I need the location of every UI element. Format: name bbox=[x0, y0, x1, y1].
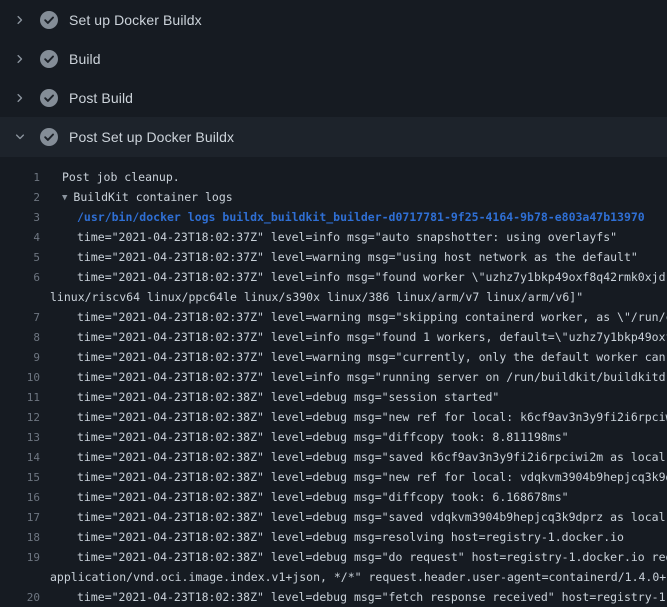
log-text: time="2021-04-23T18:02:37Z" level=info m… bbox=[77, 230, 617, 244]
group-collapse-triangle-icon[interactable]: ▼ bbox=[62, 193, 67, 203]
job-steps-list: Set up Docker Buildx Build Post Build bbox=[0, 0, 667, 157]
line-number[interactable]: 5 bbox=[0, 251, 40, 264]
step-label: Set up Docker Buildx bbox=[69, 12, 202, 28]
log-line: 14 time="2021-04-23T18:02:38Z" level=deb… bbox=[0, 447, 667, 467]
step-label: Post Set up Docker Buildx bbox=[69, 129, 234, 145]
step-row-post-set-up-docker-buildx[interactable]: Post Set up Docker Buildx bbox=[0, 117, 667, 157]
log-text: time="2021-04-23T18:02:38Z" level=debug … bbox=[77, 470, 667, 484]
log-line: 11 time="2021-04-23T18:02:38Z" level=deb… bbox=[0, 387, 667, 407]
log-text: time="2021-04-23T18:02:37Z" level=info m… bbox=[77, 270, 666, 284]
step-row-post-build[interactable]: Post Build bbox=[0, 78, 667, 117]
log-text: time="2021-04-23T18:02:38Z" level=debug … bbox=[77, 430, 569, 444]
log-text: application/vnd.oci.image.index.v1+json,… bbox=[50, 570, 667, 584]
log-line: 17 time="2021-04-23T18:02:38Z" level=deb… bbox=[0, 507, 667, 527]
line-number[interactable]: 10 bbox=[0, 371, 40, 384]
log-text: /usr/bin/docker logs buildx_buildkit_bui… bbox=[77, 210, 645, 224]
success-check-circle-icon bbox=[40, 50, 58, 68]
log-line: 18 time="2021-04-23T18:02:38Z" level=deb… bbox=[0, 527, 667, 547]
step-label: Post Build bbox=[69, 90, 133, 106]
line-number[interactable]: 4 bbox=[0, 231, 40, 244]
log-line: 13 time="2021-04-23T18:02:38Z" level=deb… bbox=[0, 427, 667, 447]
log-text: time="2021-04-23T18:02:38Z" level=debug … bbox=[77, 530, 624, 544]
success-check-circle-icon bbox=[40, 11, 58, 29]
success-check-circle-icon bbox=[40, 89, 58, 107]
log-group-toggle[interactable]: ▼ BuildKit container logs bbox=[62, 190, 233, 204]
line-number[interactable]: 13 bbox=[0, 431, 40, 444]
log-line: linux/riscv64 linux/ppc64le linux/s390x … bbox=[0, 287, 667, 307]
log-line: 10 time="2021-04-23T18:02:37Z" level=inf… bbox=[0, 367, 667, 387]
line-number[interactable]: 17 bbox=[0, 511, 40, 524]
log-text: time="2021-04-23T18:02:38Z" level=debug … bbox=[77, 590, 667, 604]
chevron-right-icon bbox=[12, 90, 28, 106]
log-line: 6 time="2021-04-23T18:02:37Z" level=info… bbox=[0, 267, 667, 287]
step-row-set-up-docker-buildx[interactable]: Set up Docker Buildx bbox=[0, 0, 667, 39]
log-group-label[interactable]: BuildKit container logs bbox=[73, 190, 232, 204]
log-line: 3 /usr/bin/docker logs buildx_buildkit_b… bbox=[0, 207, 667, 227]
line-number[interactable]: 7 bbox=[0, 311, 40, 324]
line-number[interactable]: 19 bbox=[0, 551, 40, 564]
line-number[interactable]: 2 bbox=[0, 191, 40, 204]
line-number[interactable]: 11 bbox=[0, 391, 40, 404]
log-line: 12 time="2021-04-23T18:02:38Z" level=deb… bbox=[0, 407, 667, 427]
log-text: time="2021-04-23T18:02:37Z" level=warnin… bbox=[77, 250, 638, 264]
chevron-down-icon bbox=[12, 129, 28, 145]
line-number[interactable]: 15 bbox=[0, 471, 40, 484]
step-log-viewer: 1 Post job cleanup. 2 ▼ BuildKit containe… bbox=[0, 157, 667, 607]
log-line: 2 ▼ BuildKit container logs bbox=[0, 187, 667, 207]
line-number[interactable]: 6 bbox=[0, 271, 40, 284]
log-line: 15 time="2021-04-23T18:02:38Z" level=deb… bbox=[0, 467, 667, 487]
log-text: time="2021-04-23T18:02:38Z" level=debug … bbox=[77, 410, 667, 424]
log-text: time="2021-04-23T18:02:38Z" level=debug … bbox=[77, 510, 667, 524]
line-number[interactable]: 20 bbox=[0, 591, 40, 604]
chevron-right-icon bbox=[12, 51, 28, 67]
log-text: time="2021-04-23T18:02:37Z" level=warnin… bbox=[77, 310, 667, 324]
log-text: time="2021-04-23T18:02:37Z" level=warnin… bbox=[77, 350, 667, 364]
log-line: 9 time="2021-04-23T18:02:37Z" level=warn… bbox=[0, 347, 667, 367]
line-number[interactable]: 9 bbox=[0, 351, 40, 364]
log-line: 7 time="2021-04-23T18:02:37Z" level=warn… bbox=[0, 307, 667, 327]
log-line: 20 time="2021-04-23T18:02:38Z" level=deb… bbox=[0, 587, 667, 607]
log-line: 1 Post job cleanup. bbox=[0, 167, 667, 187]
step-label: Build bbox=[69, 51, 101, 67]
log-line: 4 time="2021-04-23T18:02:37Z" level=info… bbox=[0, 227, 667, 247]
log-line: 16 time="2021-04-23T18:02:38Z" level=deb… bbox=[0, 487, 667, 507]
step-row-build[interactable]: Build bbox=[0, 39, 667, 78]
log-line: 5 time="2021-04-23T18:02:37Z" level=warn… bbox=[0, 247, 667, 267]
log-text: Post job cleanup. bbox=[62, 170, 180, 184]
log-line: 19 time="2021-04-23T18:02:38Z" level=deb… bbox=[0, 547, 667, 567]
line-number[interactable]: 14 bbox=[0, 451, 40, 464]
success-check-circle-icon bbox=[40, 128, 58, 146]
log-text: time="2021-04-23T18:02:38Z" level=debug … bbox=[77, 450, 667, 464]
log-text: time="2021-04-23T18:02:37Z" level=info m… bbox=[77, 370, 667, 384]
log-text: time="2021-04-23T18:02:38Z" level=debug … bbox=[77, 550, 667, 564]
log-text: linux/riscv64 linux/ppc64le linux/s390x … bbox=[50, 290, 583, 304]
line-number[interactable]: 16 bbox=[0, 491, 40, 504]
line-number[interactable]: 3 bbox=[0, 211, 40, 224]
log-text: time="2021-04-23T18:02:37Z" level=info m… bbox=[77, 330, 667, 344]
line-number[interactable]: 12 bbox=[0, 411, 40, 424]
line-number[interactable]: 1 bbox=[0, 171, 40, 184]
line-number[interactable]: 8 bbox=[0, 331, 40, 344]
log-line: 8 time="2021-04-23T18:02:37Z" level=info… bbox=[0, 327, 667, 347]
log-text: time="2021-04-23T18:02:38Z" level=debug … bbox=[77, 490, 569, 504]
chevron-right-icon bbox=[12, 12, 28, 28]
log-line: application/vnd.oci.image.index.v1+json,… bbox=[0, 567, 667, 587]
log-text: time="2021-04-23T18:02:38Z" level=debug … bbox=[77, 390, 499, 404]
line-number[interactable]: 18 bbox=[0, 531, 40, 544]
